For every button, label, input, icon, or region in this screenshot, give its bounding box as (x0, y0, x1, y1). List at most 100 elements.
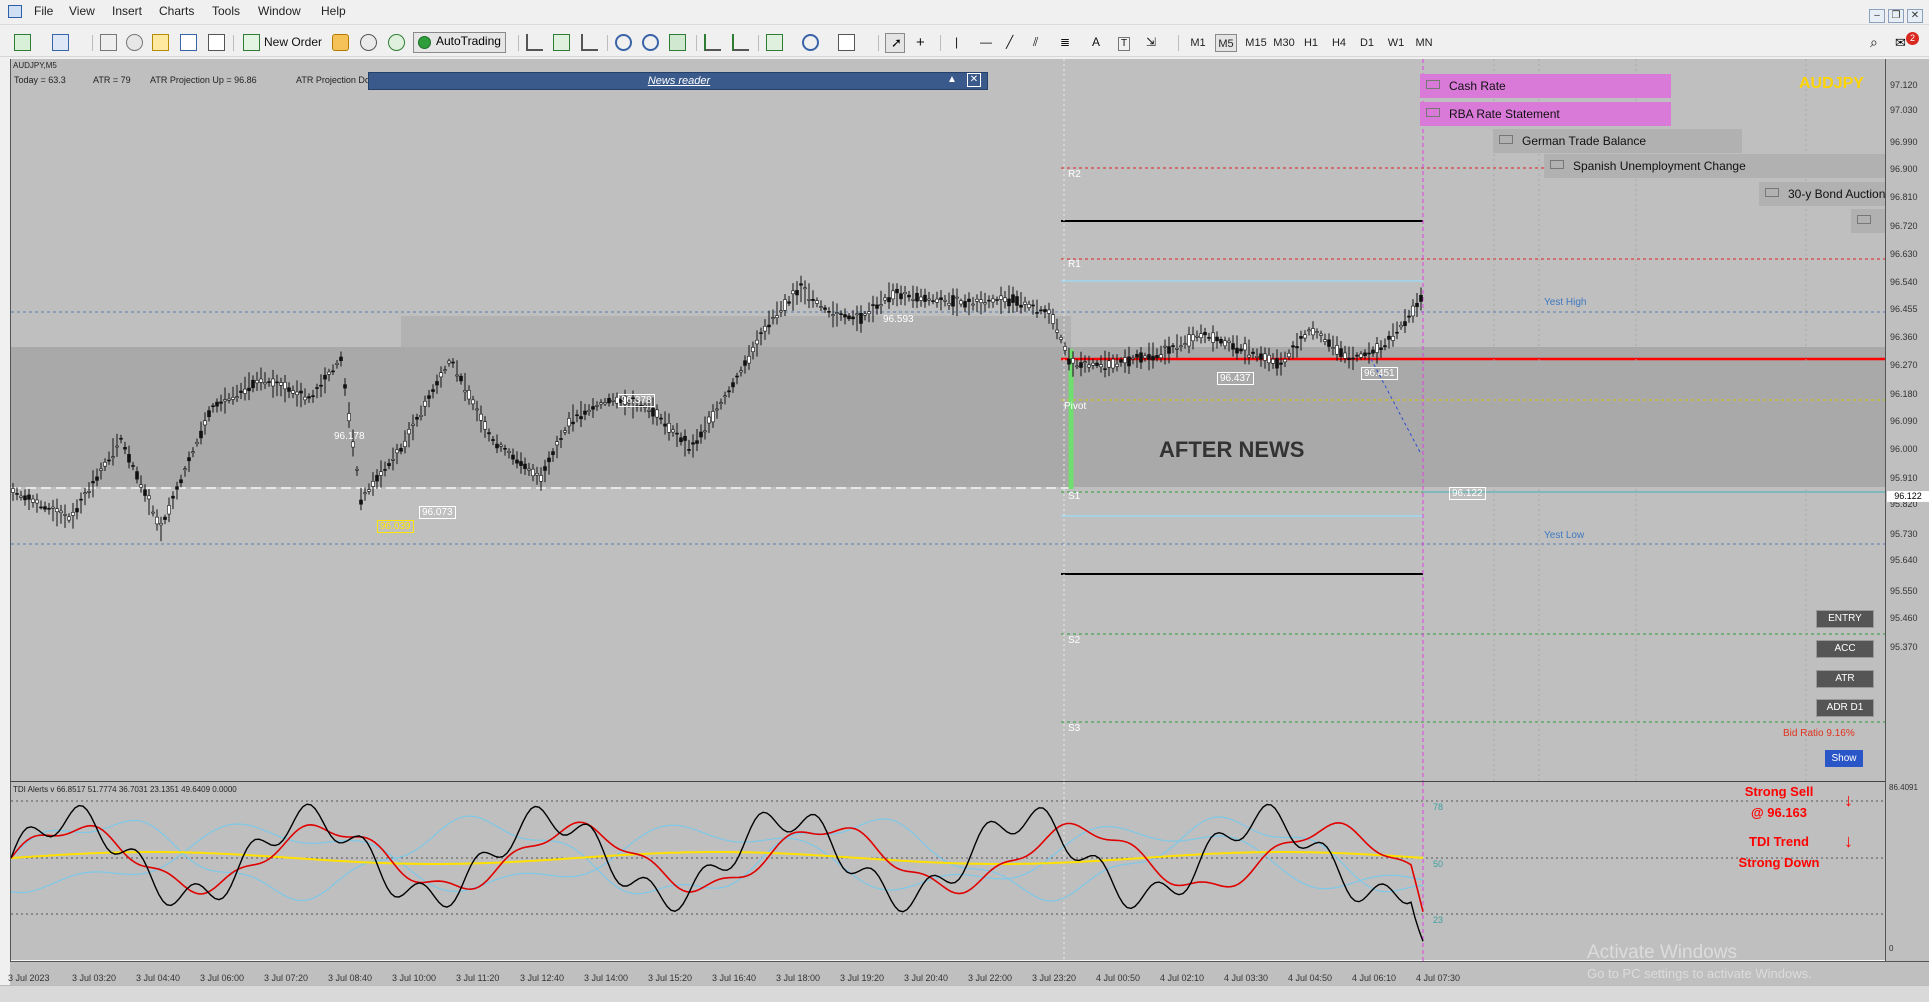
tf-h4[interactable]: H4 (1328, 34, 1350, 52)
tf-m15[interactable]: M15 (1243, 34, 1269, 52)
profiles-icon[interactable] (52, 34, 69, 51)
candle-body (835, 312, 839, 314)
candle-body (479, 413, 483, 421)
navigator-icon[interactable] (126, 34, 143, 51)
candle-body (415, 417, 419, 420)
menu-view[interactable]: View (69, 4, 95, 18)
candle-body (1399, 324, 1403, 328)
tf-m30[interactable]: M30 (1271, 34, 1297, 52)
news-event-cash-rate[interactable]: Cash Rate (1420, 74, 1671, 98)
tf-m1[interactable]: M1 (1187, 34, 1209, 52)
candle-body (167, 505, 171, 515)
news-reader-title[interactable]: News reader (369, 75, 989, 87)
menu-insert[interactable]: Insert (112, 4, 142, 18)
market-icon[interactable] (388, 34, 405, 51)
autotrading-button[interactable]: AutoTrading (413, 32, 506, 53)
market-watch-icon[interactable] (100, 34, 117, 51)
symbol-label: AUDJPY,M5 (13, 61, 57, 70)
restore-icon[interactable]: ❐ (1888, 9, 1904, 23)
line-chart-icon[interactable] (581, 34, 598, 51)
menu-file[interactable]: File (34, 4, 53, 18)
tf-d1[interactable]: D1 (1356, 34, 1378, 52)
price-chart[interactable]: AUDJPY,M5 Today = 63.3 ATR = 79 ATR Proj… (10, 59, 1886, 781)
candle-body (135, 471, 139, 480)
candlestick-chart-icon[interactable] (553, 34, 570, 51)
menu-charts[interactable]: Charts (159, 4, 194, 18)
candle-body (1355, 354, 1359, 357)
candle-body (111, 456, 115, 459)
tf-m5[interactable]: M5 (1215, 34, 1237, 52)
candle-body (1063, 346, 1067, 351)
candle-body (1359, 353, 1363, 358)
zoom-in-icon[interactable] (615, 34, 632, 51)
price-tick: 96.540 (1890, 277, 1918, 287)
indicators-icon[interactable] (766, 34, 783, 51)
candle-body (859, 312, 863, 324)
terminal-icon[interactable] (180, 34, 197, 51)
candle-body (1259, 353, 1263, 360)
menu-window[interactable]: Window (258, 4, 301, 18)
candle-body (535, 473, 539, 476)
new-order-button[interactable]: New Order (264, 33, 322, 52)
atr-button[interactable]: ATR (1816, 670, 1874, 688)
tf-mn[interactable]: MN (1413, 34, 1435, 52)
news-reader-bar[interactable]: News reader ▲ ✕ (368, 72, 988, 90)
candle-body (1367, 352, 1371, 355)
channel-icon[interactable]: ⫽ (1033, 33, 1038, 52)
new-chart-icon[interactable] (14, 34, 31, 51)
candle-body (279, 382, 283, 386)
close-news-icon[interactable]: ✕ (967, 73, 981, 87)
candle-body (227, 398, 231, 401)
price-label: 96.593 (883, 314, 914, 325)
price-tick: 95.730 (1890, 529, 1918, 539)
app-icon[interactable] (8, 5, 22, 18)
time-tick: 4 Jul 00:50 (1096, 973, 1141, 983)
notification-badge[interactable]: 2 (1906, 32, 1919, 45)
trendline-icon[interactable]: ╱ (1006, 33, 1013, 52)
tf-h1[interactable]: H1 (1300, 34, 1322, 52)
text-label-icon[interactable]: T (1118, 37, 1131, 51)
news-event-next[interactable] (1851, 209, 1886, 233)
horizontal-line-icon[interactable]: — (980, 33, 992, 52)
news-event-german-trade[interactable]: German Trade Balance (1493, 129, 1742, 153)
favorites-icon[interactable] (152, 34, 169, 51)
gold-icon[interactable] (332, 34, 349, 51)
candle-body (579, 416, 583, 420)
autoscroll-icon[interactable] (732, 34, 749, 51)
tile-windows-icon[interactable] (669, 34, 686, 51)
menu-tools[interactable]: Tools (212, 4, 240, 18)
fibonacci-icon[interactable]: ≣ (1060, 33, 1070, 52)
tdi-indicator-panel[interactable]: TDI Alerts v 66.8517 51.7774 36.7031 23.… (10, 781, 1886, 962)
candle-body (1371, 349, 1375, 354)
menu-help[interactable]: Help (321, 4, 346, 18)
new-order-icon[interactable] (243, 34, 260, 51)
chat-icon[interactable]: ✉ (1895, 35, 1906, 51)
tf-w1[interactable]: W1 (1385, 34, 1407, 52)
minimize-icon[interactable]: – (1869, 9, 1885, 23)
search-icon[interactable]: ⌕ (1870, 33, 1878, 52)
text-tool-icon[interactable]: A (1092, 33, 1100, 52)
templates-icon[interactable] (838, 34, 855, 51)
acc-button[interactable]: ACC (1816, 640, 1874, 658)
time-tick: 3 Jul 11:20 (456, 973, 500, 983)
chart-shift-icon[interactable] (704, 34, 721, 51)
close-icon[interactable]: ✕ (1907, 9, 1923, 23)
show-button[interactable]: Show (1825, 750, 1863, 767)
candle-body (1391, 336, 1395, 341)
entry-button[interactable]: ENTRY (1816, 610, 1874, 628)
vertical-line-icon[interactable]: | (955, 33, 958, 52)
signals-icon[interactable] (360, 34, 377, 51)
news-event-spanish-unemployment[interactable]: Spanish Unemployment Change (1544, 154, 1886, 178)
collapse-icon[interactable]: ▲ (947, 74, 957, 85)
zoom-out-icon[interactable] (642, 34, 659, 51)
strategy-tester-icon[interactable] (208, 34, 225, 51)
candle-body (675, 432, 679, 435)
bar-chart-icon[interactable] (526, 34, 543, 51)
crosshair-icon[interactable]: + (916, 33, 925, 52)
news-event-bond-auction[interactable]: 30-y Bond Auction (1759, 182, 1886, 206)
adr-d1-button[interactable]: ADR D1 (1816, 699, 1874, 717)
news-event-rba-statement[interactable]: RBA Rate Statement (1420, 102, 1671, 126)
periods-icon[interactable] (802, 34, 819, 51)
cursor-tool-button[interactable]: ➚ (885, 33, 905, 53)
shapes-icon[interactable]: ⇲ (1146, 33, 1156, 52)
